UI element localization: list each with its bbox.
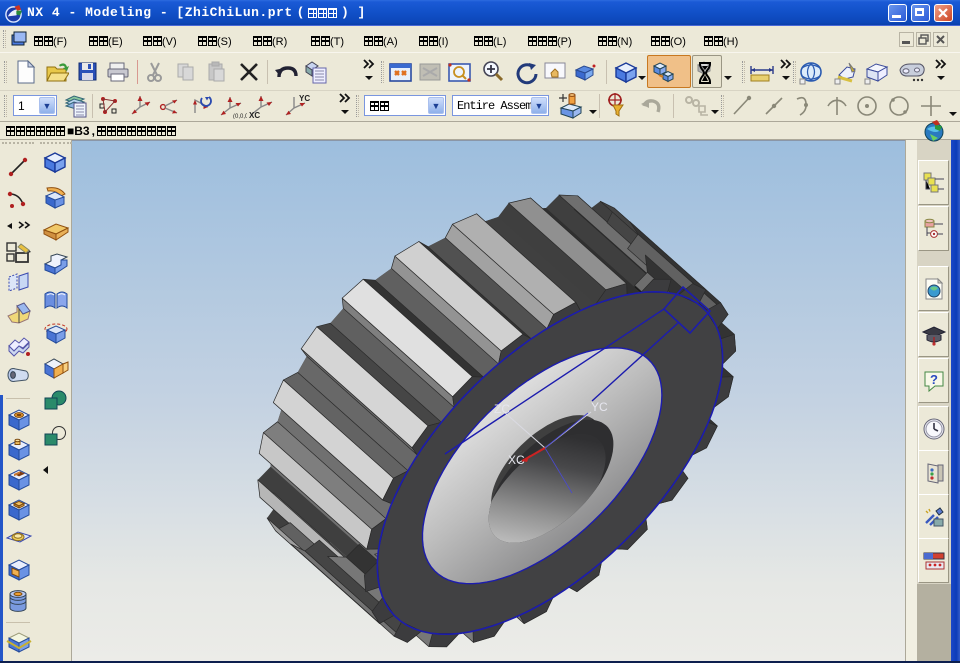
svg-text:YC: YC bbox=[299, 94, 310, 103]
svg-text:XC: XC bbox=[508, 453, 525, 467]
svg-text:(0,0,0): (0,0,0) bbox=[233, 114, 247, 119]
svg-text:XC: XC bbox=[249, 111, 260, 119]
svg-text:?: ? bbox=[930, 372, 938, 387]
svg-text:YC: YC bbox=[591, 400, 608, 414]
svg-text:ZC: ZC bbox=[494, 402, 510, 416]
